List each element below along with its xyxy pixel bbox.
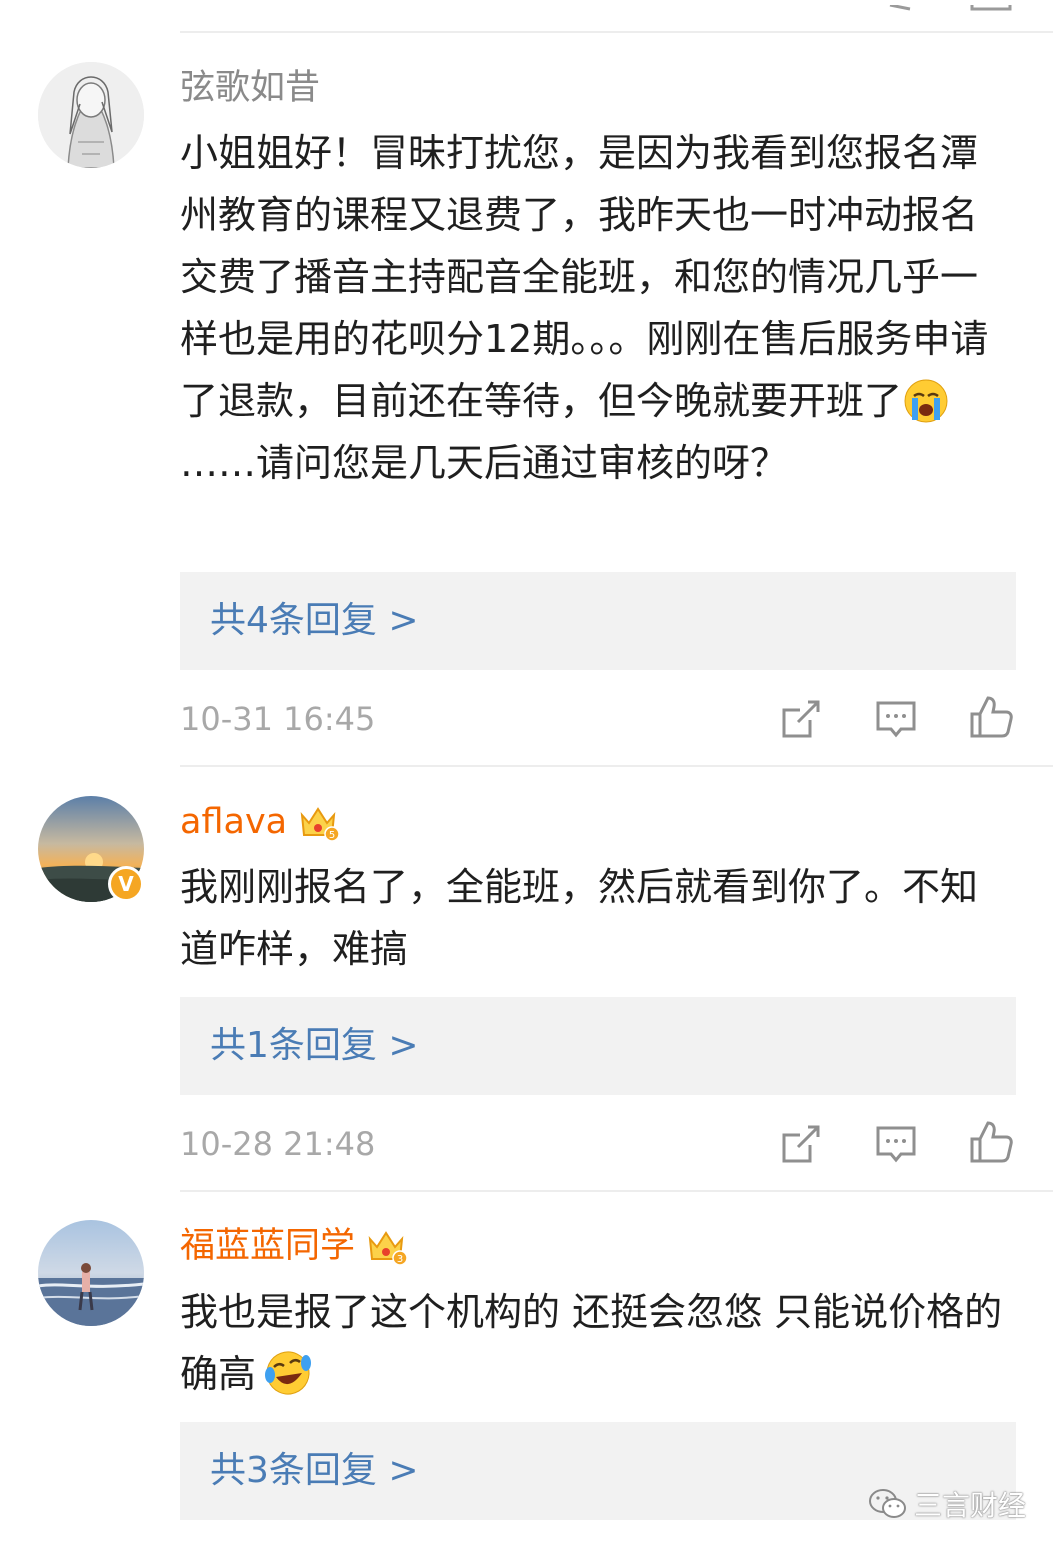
wechat-icon — [869, 1489, 906, 1518]
comment-icon[interactable] — [873, 1121, 919, 1167]
avatar[interactable] — [38, 62, 144, 168]
vip-crown-icon: 5 — [300, 807, 340, 842]
view-replies-link[interactable]: 共1条回复 > — [210, 997, 419, 1095]
reply-box[interactable]: 共4条回复 > — [180, 572, 1016, 670]
comment-text-part: 小姐姐好！冒昧打扰您，是因为我看到您报名潭州教育的课程又退费了，我昨天也一时冲动… — [180, 131, 989, 423]
reply-box[interactable]: 共1条回复 > — [180, 997, 1016, 1095]
username[interactable]: aflava 5 — [180, 800, 340, 844]
username-text[interactable]: aflava — [180, 800, 287, 844]
watermark-text: 三言财经 — [914, 1489, 1027, 1522]
comment-text: 小姐姐好！冒昧打扰您，是因为我看到您报名潭州教育的课程又退费了，我昨天也一时冲动… — [180, 122, 1010, 494]
previous-comment-actions — [880, 0, 1030, 11]
username[interactable]: 福蓝蓝同学 3 — [180, 1224, 408, 1268]
share-icon[interactable] — [778, 696, 824, 742]
svg-text:3: 3 — [397, 1254, 403, 1265]
like-icon[interactable] — [968, 694, 1014, 740]
comment-text-part: 我刚刚报名了，全能班，然后就看到你了。不知道咋样，难搞 — [180, 865, 979, 971]
comment-icon[interactable] — [873, 696, 919, 742]
username[interactable]: 弦歌如昔 — [180, 66, 320, 110]
view-replies-link[interactable]: 共4条回复 > — [210, 572, 419, 670]
crying-face-icon — [904, 379, 948, 423]
verified-badge: V — [108, 866, 144, 902]
svg-text:5: 5 — [329, 830, 335, 841]
comment-text-part: ……请问您是几天后通过审核的呀？ — [180, 441, 789, 485]
divider — [180, 31, 1053, 33]
like-icon[interactable] — [968, 1119, 1014, 1165]
avatar[interactable] — [38, 1220, 144, 1326]
divider — [180, 1190, 1053, 1192]
divider — [180, 765, 1053, 767]
timestamp: 10-28 21:48 — [180, 1125, 376, 1163]
vip-crown-icon: 3 — [368, 1231, 408, 1266]
timestamp: 10-31 16:45 — [180, 700, 376, 738]
laughing-tears-icon — [265, 1351, 312, 1395]
username-text[interactable]: 弦歌如昔 — [180, 66, 320, 110]
comment-text: 我刚刚报名了，全能班，然后就看到你了。不知道咋样，难搞 — [180, 856, 1010, 980]
share-icon[interactable] — [778, 1121, 824, 1167]
watermark: 三言财经 — [868, 1484, 1026, 1524]
comment-text: 我也是报了这个机构的 还挺会忽悠 只能说价格的确高 — [180, 1281, 1010, 1405]
username-text[interactable]: 福蓝蓝同学 — [180, 1224, 355, 1268]
view-replies-link[interactable]: 共3条回复 > — [210, 1422, 419, 1520]
